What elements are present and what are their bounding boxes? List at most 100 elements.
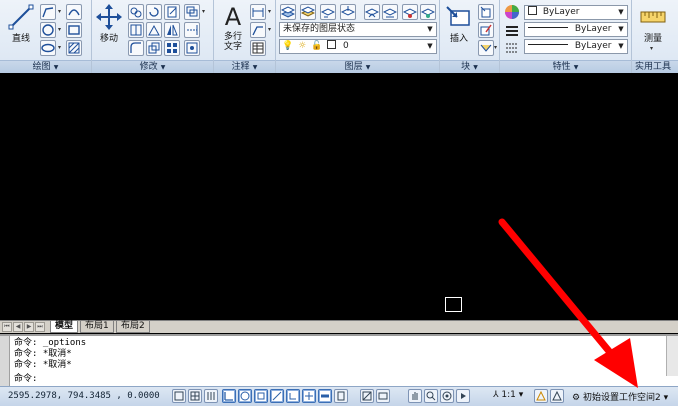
layer-off-button[interactable] [402,4,418,20]
grid-toggle[interactable] [204,389,218,403]
insert-button[interactable]: 插入 [442,3,476,55]
chevron-down-icon: ▼ [427,25,433,33]
dimension-dropdown[interactable]: ▾ [268,5,274,19]
layer-select[interactable]: 💡 ☼ 🔓 0 ▼ [279,39,437,54]
modify-panel-title[interactable]: 修改 ▼ [92,60,213,73]
mirror-button[interactable] [128,22,144,38]
next-tab-button[interactable]: ▶ [24,322,34,332]
array-button[interactable] [164,22,180,38]
hatch-button[interactable] [66,40,82,56]
insert-block-icon [446,6,470,26]
command-window-grip[interactable] [0,336,10,388]
pan-hand-icon [412,392,418,400]
auto-scale-button[interactable] [550,389,564,403]
osnap-toggle[interactable] [254,389,268,403]
arc-button[interactable] [66,4,82,20]
layer-state-select[interactable]: 未保存的图层状态 ▼ [279,22,437,37]
block-panel-title[interactable]: 块 ▼ [440,60,499,73]
polyline-dropdown[interactable]: ▾ [58,5,64,19]
array-grid-icon [167,43,177,53]
tab-model[interactable]: 模型 [50,321,79,333]
explode-button[interactable] [184,40,200,56]
pan-button[interactable] [408,389,422,403]
attribute-button[interactable] [478,40,494,56]
drawing-canvas[interactable] [0,74,678,320]
draw-panel-title[interactable]: 绘图 ▼ [0,60,91,73]
polyline-button[interactable] [40,4,56,20]
layer-isolate-button[interactable] [364,4,380,20]
mtext-button[interactable]: A 多行 文字 [216,3,250,55]
linetype-icon-button [504,23,520,39]
lineweight-toggle[interactable] [318,389,332,403]
mirror-triangle-icon [167,24,178,36]
prev-tab-button[interactable]: ◀ [13,322,23,332]
ellipse-dropdown[interactable]: ▾ [58,41,64,55]
first-tab-button[interactable]: ⏮ [2,322,12,332]
circle-dropdown[interactable]: ▾ [58,23,64,37]
fillet-button[interactable] [128,40,144,56]
layer-properties-button[interactable] [280,4,296,20]
lineweight-select[interactable]: ByLayer ▼ [524,39,628,54]
properties-panel-title[interactable]: 特性 ▼ [500,60,631,73]
scale-icon [148,42,160,54]
annotation-panel-title[interactable]: 注释 ▼ [214,60,275,73]
circle-button[interactable] [40,22,56,38]
tab-layout2[interactable]: 布局2 [116,321,150,333]
showmotion-button[interactable] [456,389,470,403]
layer-match-icon [341,6,355,16]
match-properties-button[interactable] [504,4,520,20]
table-button[interactable] [250,40,266,56]
leader-button[interactable] [250,22,266,38]
offset-dropdown[interactable]: ▾ [202,5,208,19]
stretch-button[interactable] [146,22,162,38]
dyn-toggle[interactable] [302,389,316,403]
layer-state-button[interactable] [300,4,316,20]
annotation-visibility-button[interactable] [534,389,548,403]
layer-freeze-button[interactable] [420,4,436,20]
layer-match-button[interactable] [340,4,356,20]
linetype-preview [528,27,568,28]
otrack-toggle[interactable] [270,389,284,403]
last-tab-button[interactable]: ⏭ [35,322,45,332]
leader-dropdown[interactable]: ▾ [268,23,274,37]
ortho-toggle[interactable] [222,389,236,403]
line-button[interactable]: 直线 [4,3,38,55]
utilities-panel-title[interactable]: 实用工具 [632,60,678,73]
sun-icon: ☼ [298,41,307,51]
measure-dropdown[interactable]: ▾ [650,42,656,56]
move-button[interactable]: 移动 [92,3,126,55]
command-scrollbar[interactable] [666,336,678,376]
copy-button[interactable] [128,4,144,20]
edit-block-button[interactable] [478,22,494,38]
infer-constraints-toggle[interactable] [172,389,186,403]
layer-color-swatch [327,40,337,49]
zoom-button[interactable] [424,389,438,403]
layer-unisolate-button[interactable] [382,4,398,20]
ellipse-button[interactable] [40,40,56,56]
linetype-select[interactable]: ByLayer ▼ [524,22,628,37]
rotate-button[interactable] [146,4,162,20]
layer-previous-button[interactable] [320,4,336,20]
rectangle-button[interactable] [66,22,82,38]
command-input[interactable]: 命令: [14,374,37,384]
trim-button[interactable] [164,4,180,20]
command-window: 命令: _options 命令: *取消* 命令: *取消* 命令: [0,334,678,388]
offset-button[interactable] [184,4,200,20]
workspace-switch[interactable]: ⚙ 初始设置工作空间2 ▾ [572,390,668,403]
rect-array-button[interactable] [164,40,180,56]
layers-panel-title[interactable]: 图层 ▼ [276,60,439,73]
tab-layout1[interactable]: 布局1 [80,321,114,333]
create-block-button[interactable] [478,4,494,20]
steeringwheel-button[interactable] [440,389,454,403]
color-select[interactable]: ByLayer ▼ [524,5,628,20]
ducs-toggle[interactable] [286,389,300,403]
annotation-scale-select[interactable]: ⅄ 1:1 ▾ [493,390,523,400]
polar-toggle[interactable] [238,389,252,403]
extend-button[interactable] [184,22,200,38]
scale-button[interactable] [146,40,162,56]
snap-toggle[interactable] [188,389,202,403]
layout-view-button[interactable] [376,389,390,403]
dimension-button[interactable] [250,4,266,20]
model-space-button[interactable] [360,389,374,403]
qp-toggle[interactable] [334,389,348,403]
